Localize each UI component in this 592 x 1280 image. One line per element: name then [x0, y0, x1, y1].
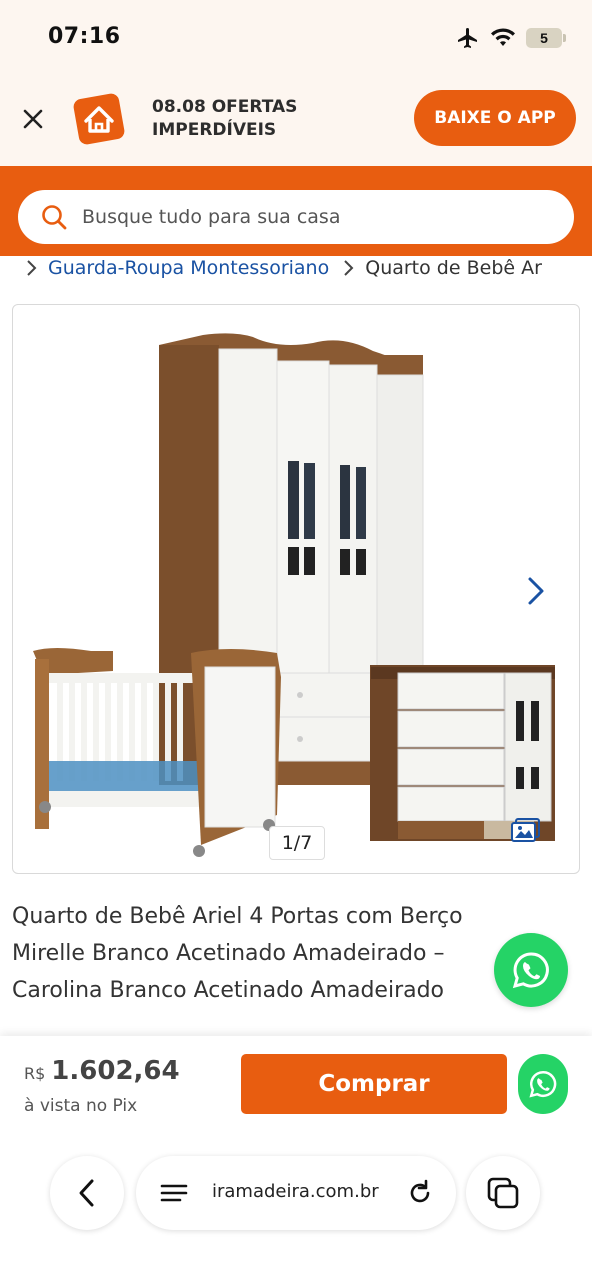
chevron-left-icon — [79, 1179, 94, 1207]
close-banner-button[interactable] — [18, 104, 48, 134]
product-title: Quarto de Bebê Ariel 4 Portas com Berço … — [12, 904, 463, 1003]
download-app-button[interactable]: BAIXE O APP — [414, 90, 576, 146]
breadcrumb-current: Quarto de Bebê Ar — [365, 257, 542, 279]
banner-title-line1: 08.08 OFERTAS — [152, 97, 298, 117]
breadcrumb-link[interactable]: Guarda-Roupa Montessoriano — [48, 257, 329, 279]
reload-icon[interactable] — [406, 1179, 434, 1207]
status-time: 07:16 — [48, 24, 121, 49]
buy-button[interactable]: Comprar — [241, 1054, 507, 1114]
price-row: R$ 1.602,64 — [24, 1056, 180, 1086]
whatsapp-icon — [512, 952, 549, 989]
chevron-right-icon — [26, 259, 38, 277]
battery-indicator: 5 — [526, 28, 566, 48]
product-gallery[interactable]: 1/7 — [12, 304, 580, 874]
next-image-button[interactable] — [521, 573, 551, 609]
url-text: iramadeira.com.br — [212, 1181, 379, 1202]
banner-promo-text: 08.08 OFERTAS IMPERDÍVEIS — [152, 96, 297, 142]
price-note: à vista no Pix — [24, 1096, 138, 1116]
whatsapp-icon — [529, 1070, 557, 1098]
chevron-right-icon — [528, 577, 544, 605]
breadcrumb: Guarda-Roupa Montessoriano Quarto de Beb… — [26, 254, 592, 282]
wifi-icon — [491, 28, 515, 46]
product-image — [33, 333, 555, 857]
search-placeholder: Busque tudo para sua casa — [82, 206, 341, 228]
airplane-icon — [458, 28, 477, 48]
app-banner: 08.08 OFERTAS IMPERDÍVEIS BAIXE O APP — [0, 72, 592, 166]
whatsapp-button[interactable] — [494, 933, 568, 1007]
browser-toolbar: iramadeira.com.br — [0, 1144, 592, 1280]
image-counter: 1/7 — [269, 826, 325, 860]
close-icon — [23, 109, 43, 129]
app-logo — [73, 93, 125, 145]
product-price: 1.602,64 — [51, 1056, 180, 1086]
whatsapp-buy-button[interactable] — [518, 1054, 568, 1114]
currency-label: R$ — [24, 1064, 46, 1083]
search-icon — [42, 205, 67, 230]
chevron-right-icon — [343, 259, 355, 277]
status-bar: 07:16 5 — [0, 0, 592, 72]
search-input[interactable]: Busque tudo para sua casa — [18, 190, 574, 244]
address-bar[interactable]: iramadeira.com.br — [136, 1156, 456, 1230]
page-menu-icon[interactable] — [160, 1181, 188, 1205]
tabs-button[interactable] — [466, 1156, 540, 1230]
search-header: Busque tudo para sua casa — [0, 166, 592, 256]
tabs-icon — [487, 1177, 519, 1209]
status-icons: 5 — [456, 26, 566, 50]
gallery-icon[interactable] — [511, 817, 541, 843]
back-button[interactable] — [50, 1156, 124, 1230]
banner-title-line2: IMPERDÍVEIS — [152, 120, 277, 140]
